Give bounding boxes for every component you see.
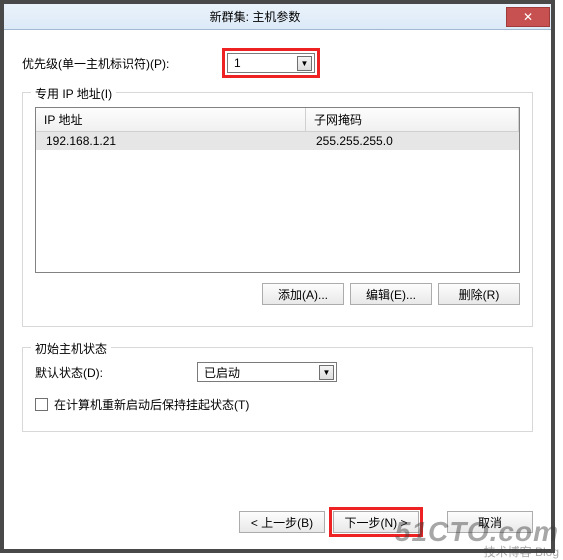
remove-button-label: 删除(R) [459, 286, 500, 303]
content-area: 优先级(单一主机标识符)(P): 1 ▼ 专用 IP 地址(I) IP 地址 子… [4, 30, 551, 549]
next-button[interactable]: 下一步(N) > [333, 511, 419, 533]
priority-highlight: 1 ▼ [222, 48, 320, 78]
table-body: 192.168.1.21 255.255.255.0 [36, 132, 519, 272]
titlebar: 新群集: 主机参数 ✕ [4, 4, 551, 30]
ip-groupbox: 专用 IP 地址(I) IP 地址 子网掩码 192.168.1.21 255.… [22, 92, 533, 327]
add-button[interactable]: 添加(A)... [262, 283, 344, 305]
suspend-checkbox-row: 在计算机重新启动后保持挂起状态(T) [35, 396, 520, 413]
add-button-label: 添加(A)... [278, 286, 328, 303]
cell-mask: 255.255.255.0 [306, 132, 519, 150]
column-header-ip[interactable]: IP 地址 [36, 108, 306, 131]
priority-row: 优先级(单一主机标识符)(P): 1 ▼ [22, 48, 533, 78]
next-highlight: 下一步(N) > [329, 507, 423, 537]
table-header: IP 地址 子网掩码 [36, 108, 519, 132]
default-status-select[interactable]: 已启动 ▼ [197, 362, 337, 382]
priority-value: 1 [234, 56, 241, 70]
default-status-row: 默认状态(D): 已启动 ▼ [35, 362, 520, 382]
priority-label: 优先级(单一主机标识符)(P): [22, 55, 222, 72]
table-row[interactable]: 192.168.1.21 255.255.255.0 [36, 132, 519, 150]
next-button-label: 下一步(N) > [344, 514, 407, 531]
edit-button-label: 编辑(E)... [366, 286, 416, 303]
ip-button-row: 添加(A)... 编辑(E)... 删除(R) [35, 283, 520, 305]
remove-button[interactable]: 删除(R) [438, 283, 520, 305]
initial-state-groupbox: 初始主机状态 默认状态(D): 已启动 ▼ 在计算机重新启动后保持挂起状态(T) [22, 347, 533, 432]
cancel-button-label: 取消 [478, 514, 502, 531]
column-header-mask[interactable]: 子网掩码 [306, 108, 519, 131]
ip-table[interactable]: IP 地址 子网掩码 192.168.1.21 255.255.255.0 [35, 107, 520, 273]
wizard-button-row: < 上一步(B) 下一步(N) > 取消 [239, 507, 533, 537]
dialog-window: 新群集: 主机参数 ✕ 优先级(单一主机标识符)(P): 1 ▼ 专用 IP 地… [4, 4, 551, 549]
chevron-down-icon: ▼ [297, 56, 312, 71]
edit-button[interactable]: 编辑(E)... [350, 283, 432, 305]
cell-ip: 192.168.1.21 [36, 132, 306, 150]
window-title: 新群集: 主机参数 [4, 8, 506, 25]
suspend-checkbox[interactable] [35, 398, 48, 411]
suspend-checkbox-label: 在计算机重新启动后保持挂起状态(T) [54, 396, 249, 413]
initial-group-legend: 初始主机状态 [31, 340, 111, 357]
ip-group-legend: 专用 IP 地址(I) [31, 85, 116, 102]
back-button[interactable]: < 上一步(B) [239, 511, 325, 533]
priority-combobox[interactable]: 1 ▼ [227, 53, 315, 73]
close-icon: ✕ [523, 11, 533, 23]
back-button-label: < 上一步(B) [251, 514, 313, 531]
default-status-label: 默认状态(D): [35, 364, 197, 381]
default-status-value: 已启动 [204, 364, 240, 381]
cancel-button[interactable]: 取消 [447, 511, 533, 533]
close-button[interactable]: ✕ [506, 7, 550, 27]
chevron-down-icon: ▼ [319, 365, 334, 380]
